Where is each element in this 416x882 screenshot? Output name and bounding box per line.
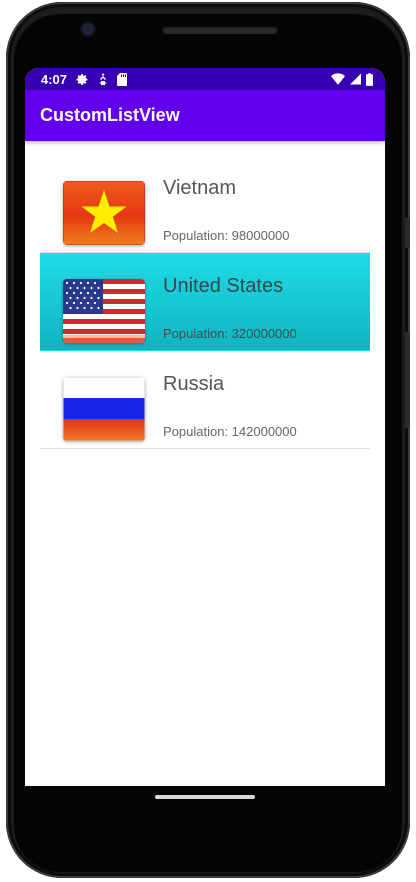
country-list: Vietnam Population: 98000000 United Stat… <box>40 155 370 449</box>
gesture-nav-handle[interactable] <box>155 795 255 799</box>
country-population: Population: 142000000 <box>163 424 297 439</box>
app-bar: CustomListView <box>25 90 385 141</box>
country-population: Population: 98000000 <box>163 228 290 243</box>
vietnam-flag-icon <box>63 181 145 245</box>
country-population: Population: 320000000 <box>163 326 297 341</box>
list-item-russia[interactable]: Russia Population: 142000000 <box>40 351 370 449</box>
usa-flag-icon <box>63 279 145 343</box>
wifi-icon <box>331 73 345 85</box>
phone-frame: 4:07 CustomListView Vietnam Population: … <box>0 0 416 882</box>
earpiece-speaker <box>162 26 278 34</box>
list-item-united-states[interactable]: United States Population: 320000000 <box>40 253 370 351</box>
app-title: CustomListView <box>40 105 180 125</box>
power-button <box>405 332 410 428</box>
country-name: Vietnam <box>163 177 237 199</box>
list-item-vietnam[interactable]: Vietnam Population: 98000000 <box>40 155 370 253</box>
debug-icon <box>98 72 108 86</box>
signal-icon <box>350 73 361 85</box>
country-name: United States <box>163 275 284 297</box>
russia-flag-icon <box>63 377 145 441</box>
status-time: 4:07 <box>41 71 68 87</box>
front-camera-icon <box>82 23 94 35</box>
sd-card-icon <box>117 72 128 86</box>
settings-icon <box>76 73 89 86</box>
country-name: Russia <box>163 373 225 395</box>
battery-icon <box>366 72 373 86</box>
volume-button <box>405 218 410 248</box>
status-bar: 4:07 <box>25 68 385 90</box>
